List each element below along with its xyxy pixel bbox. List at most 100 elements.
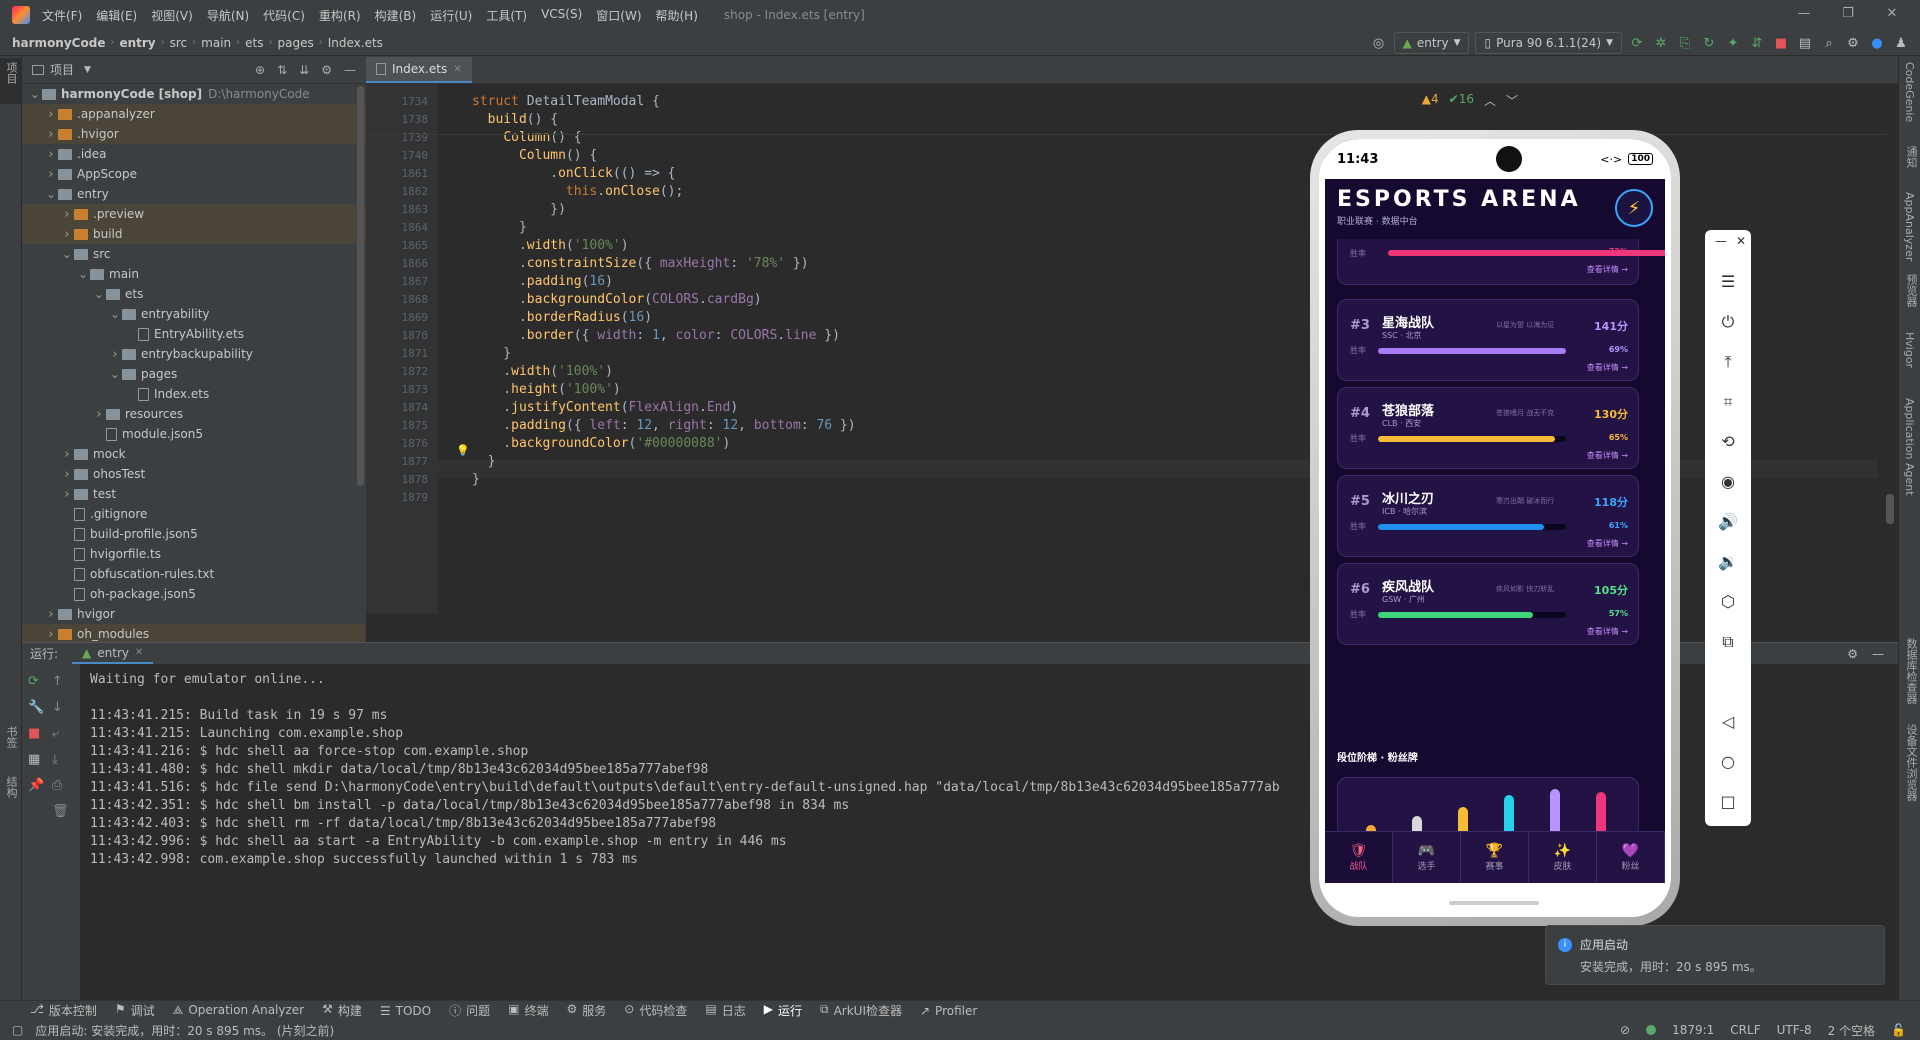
tree-row-hvigor[interactable]: › hvigor (22, 604, 366, 624)
chevron-right-icon[interactable]: › (44, 167, 58, 182)
account-icon[interactable]: ♟ (1892, 34, 1910, 52)
tool-structure[interactable]: 结构 (3, 776, 19, 798)
locate-icon[interactable]: ⊕ (255, 63, 265, 77)
tree-row-build-profile-json5[interactable]: build-profile.json5 (22, 524, 366, 544)
team-card-partial[interactable]: 胜率 72% 查看详情 → (1337, 239, 1665, 285)
volume-up-icon[interactable]: 🔊 (1718, 512, 1738, 532)
breadcrumb-item[interactable]: Index.ets (328, 36, 383, 50)
chevron-right-icon[interactable]: › (60, 207, 74, 222)
detail-link[interactable]: 查看详情 → (1587, 450, 1628, 461)
device-manager-icon[interactable]: ▤ (1796, 34, 1814, 52)
location-icon[interactable]: ◉ (1718, 472, 1738, 492)
gear-icon[interactable]: ⚙ (1847, 647, 1858, 661)
project-title[interactable]: 项目 (50, 61, 74, 78)
bug-icon[interactable]: ✦ (1724, 34, 1742, 52)
chevron-right-icon[interactable]: › (44, 147, 58, 162)
crop-icon[interactable]: ⌗ (1718, 392, 1738, 412)
app-tab-0[interactable]: 🛡 战队 (1325, 832, 1393, 883)
breadcrumb-item[interactable]: pages (277, 36, 313, 50)
chevron-right-icon[interactable]: › (108, 347, 122, 362)
rerun-icon[interactable]: ⟳ (1628, 34, 1646, 52)
file-encoding[interactable]: UTF-8 (1777, 1023, 1812, 1037)
chevron-right-icon[interactable]: › (60, 227, 74, 242)
tree-row-oh-package-json5[interactable]: oh-package.json5 (22, 584, 366, 604)
tree-row-harmonycode-shop-[interactable]: ⌄ harmonyCode [shop] D:\harmonyCode (22, 84, 366, 104)
tool-bookmarks[interactable]: 书签 (3, 726, 19, 748)
menu-item[interactable]: 运行(U) (430, 7, 472, 24)
layout-icon[interactable]: ▦ (28, 752, 44, 767)
tab-index-ets[interactable]: Index.ets ✕ (366, 57, 472, 83)
gear-icon[interactable]: ⚙ (321, 63, 332, 77)
app-tab-2[interactable]: 🏆 赛事 (1461, 832, 1529, 883)
app-tab-4[interactable]: 💜 粉丝 (1597, 832, 1665, 883)
profile-icon[interactable]: ⇵ (1748, 34, 1766, 52)
app-tab-3[interactable]: ✨ 皮肤 (1529, 832, 1597, 883)
tree-row-entrybackupability[interactable]: › entrybackupability (22, 344, 366, 364)
menu-item[interactable]: 编辑(E) (96, 7, 137, 24)
bottom-tool-6[interactable]: ▣ 终端 (508, 1002, 548, 1019)
volume-down-icon[interactable]: 🔉 (1718, 552, 1738, 572)
app-tab-1[interactable]: 🎮 选手 (1393, 832, 1461, 883)
scroll-end-icon[interactable]: ⤓ (52, 752, 69, 767)
power-icon[interactable]: ⏻ (1718, 312, 1738, 332)
lightbulb-icon[interactable]: 💡 (456, 444, 470, 457)
search-icon[interactable]: ⌕ (1820, 34, 1838, 52)
tree-row-entryability-ets[interactable]: EntryAbility.ets (22, 324, 366, 344)
reload-icon[interactable]: ↻ (1700, 34, 1718, 52)
cursor-position[interactable]: 1879:1 (1672, 1023, 1714, 1037)
bottom-tool-0[interactable]: ⎇ 版本控制 (30, 1002, 97, 1019)
tool-2[interactable]: AppAnalyzer (1903, 192, 1916, 261)
tree-row--idea[interactable]: › .idea (22, 144, 366, 164)
chevron-right-icon[interactable]: › (60, 467, 74, 482)
chevron-right-icon[interactable]: › (44, 127, 58, 142)
bottom-tool-12[interactable]: ↗ Profiler (920, 1004, 977, 1018)
line-separator[interactable]: CRLF (1730, 1023, 1760, 1037)
bottom-tool-7[interactable]: ⚙ 服务 (567, 1002, 607, 1019)
tree-row-module-json5[interactable]: module.json5 (22, 424, 366, 444)
editor-scrollbar[interactable] (1886, 494, 1894, 524)
rotate-icon[interactable]: ⟲ (1718, 432, 1738, 452)
bottom-tool-1[interactable]: ⚑ 调试 (115, 1002, 155, 1019)
tree-row-ohostest[interactable]: › ohosTest (22, 464, 366, 484)
menu-item[interactable]: 窗口(W) (596, 7, 641, 24)
chevron-right-icon[interactable]: › (60, 447, 74, 462)
tree-scrollbar[interactable] (357, 86, 364, 486)
tool-1[interactable]: 通知 (1903, 146, 1919, 168)
close-icon[interactable]: ✕ (1731, 234, 1751, 254)
notification-toast[interactable]: i 应用启动 安装完成，用时：20 s 895 ms。 (1545, 925, 1885, 985)
close-icon[interactable]: ✕ (1884, 6, 1900, 22)
trash-icon[interactable]: 🗑 (52, 804, 69, 819)
recents-icon[interactable]: □ (1718, 792, 1738, 812)
tool-4[interactable]: Hvigor (1903, 332, 1916, 368)
settings-icon[interactable]: ⚙ (1844, 34, 1862, 52)
tree-row-index-ets[interactable]: Index.ets (22, 384, 366, 404)
debug-icon[interactable]: ✲ (1652, 34, 1670, 52)
lightning-icon[interactable]: ⚡ (1615, 189, 1653, 227)
tool-6[interactable]: 数据库检查器 (1903, 638, 1919, 704)
breadcrumb-item[interactable]: src (170, 36, 188, 50)
menu-item[interactable]: 文件(F) (42, 7, 82, 24)
team-card[interactable]: #3 星海战队 SSC · 北京 以星为誓 以海为证 141分 胜率 69% 查看详情 → (1337, 299, 1639, 381)
detail-link[interactable]: 查看详情 → (1587, 538, 1628, 549)
tool-5[interactable]: Application Agent (1903, 398, 1916, 496)
back-icon[interactable]: ◁ (1718, 712, 1738, 732)
chevron-right-icon[interactable]: › (44, 107, 58, 122)
breadcrumb-item[interactable]: ets (245, 36, 263, 50)
menu-item[interactable]: 工具(T) (486, 7, 527, 24)
tool-3[interactable]: 预览器 (1903, 274, 1919, 307)
chevron-down-icon[interactable]: ⌄ (60, 247, 74, 261)
minimize-icon[interactable]: — (1796, 6, 1812, 22)
tree-row-hvigorfile-ts[interactable]: hvigorfile.ts (22, 544, 366, 564)
arrow-up-icon[interactable]: ↑ (52, 674, 69, 689)
bottom-tool-3[interactable]: ⚒ 构建 (322, 1002, 362, 1019)
stop-icon[interactable]: ■ (1772, 34, 1790, 52)
chevron-right-icon[interactable]: › (92, 407, 106, 422)
chevron-up-icon[interactable]: ︿ (1484, 92, 1496, 109)
tree-row--hvigor[interactable]: › .hvigor (22, 124, 366, 144)
close-tab-icon[interactable]: ✕ (453, 64, 461, 75)
run-tab-entry[interactable]: ▲ entry ✕ (72, 644, 154, 664)
lock-icon[interactable]: 🔓 (1891, 1023, 1906, 1037)
layout-icon[interactable]: ▢ (12, 1023, 23, 1037)
tree-row-appscope[interactable]: › AppScope (22, 164, 366, 184)
upload-icon[interactable]: ⤒ (1718, 352, 1738, 372)
